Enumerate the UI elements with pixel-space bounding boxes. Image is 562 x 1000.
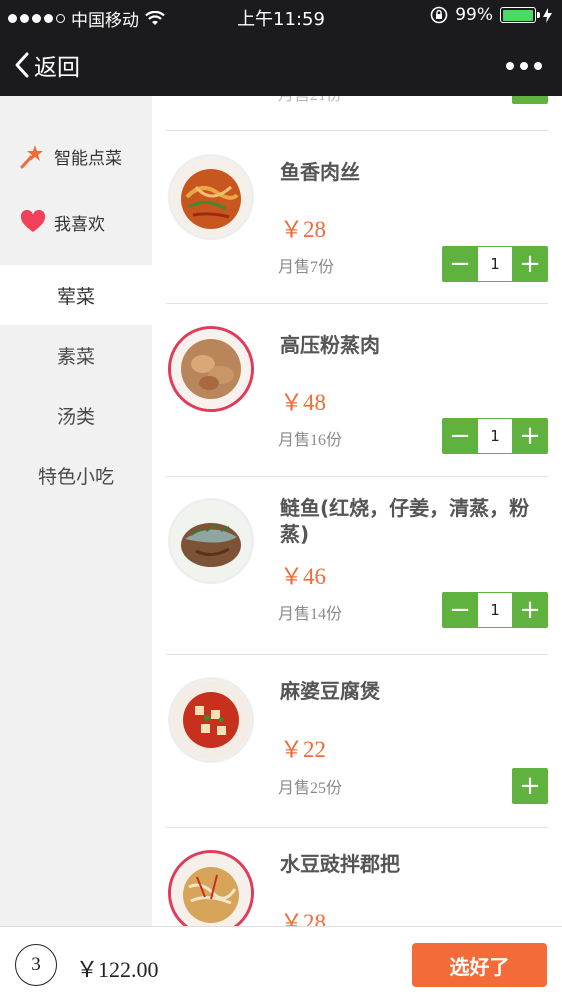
dish-price: ￥28: [280, 910, 326, 926]
back-label: 返回: [34, 55, 80, 81]
sidebar-item-smart-order[interactable]: 智能点菜: [0, 123, 152, 189]
dish-item: 水豆豉拌郡把 ￥28: [166, 828, 548, 926]
decrease-button[interactable]: −: [442, 246, 478, 282]
dish-price: ￥28: [280, 217, 326, 242]
dish-sold-count: 月售21份: [278, 96, 342, 105]
dish-item: 鲢鱼(红烧，仔姜，清蒸，粉蒸) ￥46 月售14份 − 1 +: [166, 477, 548, 655]
dish-item: 鱼香肉丝 ￥28 月售7份 − 1 +: [166, 131, 548, 304]
dish-name: 水豆豉拌郡把: [280, 852, 400, 876]
quantity-value: 1: [478, 592, 512, 628]
quantity-value: 1: [478, 246, 512, 282]
dish-sold-count: 月售25份: [278, 780, 343, 797]
sidebar-item-label: 我喜欢: [54, 214, 105, 235]
quantity-stepper[interactable]: +: [512, 96, 548, 104]
magic-wand-icon: [20, 145, 43, 169]
dish-name: 鲢鱼(红烧，仔姜，清蒸，粉蒸): [280, 496, 530, 546]
battery-icon: [500, 7, 540, 23]
quantity-stepper[interactable]: − 1 +: [442, 246, 548, 282]
dish-price: ￥48: [280, 390, 326, 415]
dish-name: 高压粉蒸肉: [280, 333, 380, 357]
dish-item: 麻婆豆腐煲 ￥22 月售25份 +: [166, 655, 548, 828]
add-button[interactable]: +: [512, 768, 548, 804]
dish-image: [168, 677, 254, 763]
dish-list[interactable]: 月售21份 + 鱼香肉丝 ￥28 月售7份 − 1 +: [152, 96, 562, 926]
decrease-button[interactable]: −: [442, 592, 478, 628]
battery-percent: 99%: [455, 5, 493, 25]
increase-button[interactable]: +: [512, 246, 548, 282]
dish-image: [168, 850, 254, 926]
quantity-stepper[interactable]: +: [512, 768, 548, 804]
rotation-lock-icon: [430, 6, 448, 24]
chevron-left-icon: [15, 52, 29, 78]
quantity-stepper[interactable]: − 1 +: [442, 418, 548, 454]
sidebar-item-soup[interactable]: 汤类: [0, 385, 152, 445]
cart-bar: 3 ￥122.00 选好了: [0, 926, 562, 1000]
sidebar-item-vegetable[interactable]: 素菜: [0, 325, 152, 385]
dish-price: ￥46: [280, 564, 326, 589]
sidebar-item-label: 智能点菜: [54, 148, 122, 169]
decrease-button[interactable]: −: [442, 418, 478, 454]
more-options-button[interactable]: [506, 62, 542, 70]
dish-image: [168, 326, 254, 412]
dish-image: [168, 154, 254, 240]
dish-item: 月售21份 +: [166, 96, 548, 131]
heart-icon: [20, 210, 46, 232]
dish-image: [168, 498, 254, 584]
increase-button[interactable]: +: [512, 418, 548, 454]
dish-sold-count: 月售16份: [278, 432, 343, 449]
dish-price: ￥22: [280, 737, 326, 762]
status-bar: 中国移动 上午11:59 99%: [0, 0, 562, 32]
dish-sold-count: 月售7份: [278, 259, 335, 276]
confirm-order-button[interactable]: 选好了: [412, 943, 547, 987]
dish-sold-count: 月售14份: [278, 606, 343, 623]
cart-count-badge[interactable]: 3: [15, 944, 57, 986]
quantity-value: 1: [478, 418, 512, 454]
dish-name: 鱼香肉丝: [280, 160, 360, 184]
quantity-stepper[interactable]: − 1 +: [442, 592, 548, 628]
sidebar-item-meat[interactable]: 荤菜: [0, 265, 152, 325]
dish-item: 高压粉蒸肉 ￥48 月售16份 − 1 +: [166, 304, 548, 477]
back-button[interactable]: 返回: [14, 48, 80, 82]
sidebar-item-snacks[interactable]: 特色小吃: [0, 445, 152, 505]
sidebar-item-favorites[interactable]: 我喜欢: [0, 189, 152, 255]
navigation-bar: 返回: [0, 32, 562, 96]
charging-icon: [543, 7, 552, 23]
category-sidebar: 智能点菜 我喜欢 荤菜 素菜 汤类 特色小吃: [0, 96, 152, 926]
dish-name: 麻婆豆腐煲: [280, 679, 380, 703]
add-button[interactable]: +: [512, 96, 548, 104]
cart-total: ￥122.00: [76, 957, 159, 982]
increase-button[interactable]: +: [512, 592, 548, 628]
